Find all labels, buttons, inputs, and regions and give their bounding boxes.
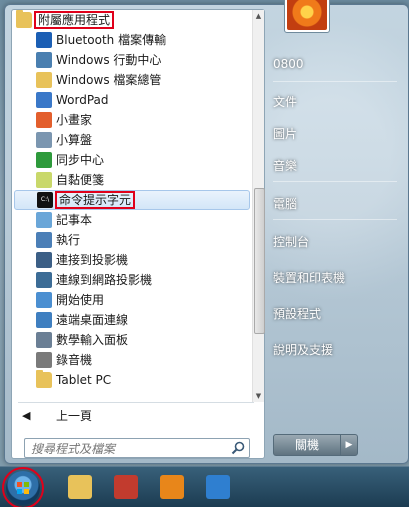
folder-accessories[interactable]: 附屬應用程式 [12,10,252,30]
program-item[interactable]: 連線到網路投影機 [12,270,252,290]
programs-pane: 附屬應用程式 Bluetooth 檔案傳輸 Windows 行動中心 Windows… [11,9,265,459]
folder-icon [36,370,52,388]
wordpad-icon [36,92,52,108]
program-label: WordPad [56,93,109,107]
program-label: Bluetooth 檔案傳輸 [56,33,167,47]
program-label: 開始使用 [56,293,105,307]
media-center-taskbar-icon[interactable] [114,475,138,499]
internet-explorer-taskbar-icon[interactable] [206,475,230,499]
projector-icon [36,252,52,268]
program-label: 錄音機 [56,353,93,367]
right-pane: 0800 文件圖片音樂電腦控制台裝置和印表機 預設程式說明及支援 關機 ▶ [267,0,408,463]
mobility-center-icon [36,52,52,68]
program-item[interactable]: Tablet PC [12,370,252,390]
program-item[interactable]: 記事本 [12,210,252,230]
math-input-icon [36,332,52,348]
scroll-up-arrow-icon[interactable]: ▲ [254,11,263,21]
right-pane-divider [273,81,397,82]
getting-started-icon [36,292,52,308]
program-item[interactable]: 自黏便箋 [12,170,252,190]
program-item[interactable]: Bluetooth 檔案傳輸 [12,30,252,50]
run-icon [36,232,52,248]
start-menu: 附屬應用程式 Bluetooth 檔案傳輸 Windows 行動中心 Windows… [4,0,409,464]
program-item[interactable]: 小算盤 [12,130,252,150]
program-label: 自黏便箋 [56,173,105,187]
media-player-taskbar-icon[interactable] [160,475,184,499]
program-label: 記事本 [56,213,93,227]
start-button[interactable] [2,467,44,507]
program-list: 附屬應用程式 Bluetooth 檔案傳輸 Windows 行動中心 Windows… [12,10,252,402]
program-label: 小畫家 [56,113,93,127]
right-pane-divider [273,181,397,182]
folder-icon [16,10,32,28]
paint-icon [36,112,52,128]
program-item[interactable]: 數學輸入面板 [12,330,252,350]
search-box[interactable] [24,438,250,459]
program-item[interactable]: C:\ 命令提示字元 [14,190,250,210]
program-label: 命令提示字元 [54,191,136,209]
program-label: 連線到網路投影機 [56,273,153,287]
right-pane-item[interactable]: 音樂 [273,155,401,177]
scrollbar[interactable]: ▲ ▼ [252,10,265,402]
explorer-folder-icon [36,72,52,88]
back-button[interactable]: ◀ 上一頁 [12,404,252,428]
search-icon[interactable] [231,441,245,455]
left-arrow-icon: ◀ [22,409,31,422]
right-pane-item[interactable]: 電腦 [273,193,401,215]
flower-picture-icon [287,0,327,30]
shutdown-button[interactable]: 關機 [273,434,341,456]
program-item[interactable]: Windows 行動中心 [12,50,252,70]
right-pane-item[interactable]: 控制台 [273,231,401,253]
calculator-icon [36,132,52,148]
program-item[interactable]: 錄音機 [12,350,252,370]
scroll-thumb[interactable] [254,188,265,334]
right-pane-item[interactable]: 預設程式 [273,303,401,325]
network-projector-icon [36,272,52,288]
program-item[interactable]: 同步中心 [12,150,252,170]
sticky-notes-icon [36,172,52,188]
taskbar [0,466,409,507]
program-item[interactable]: 連接到投影機 [12,250,252,270]
shutdown-options-arrow-icon[interactable]: ▶ [340,434,358,456]
program-label: 數學輸入面板 [56,333,129,347]
program-label: Windows 檔案總管 [56,73,162,87]
search-input[interactable] [25,439,233,459]
right-pane-item[interactable]: 說明及支援 [273,339,401,361]
program-item[interactable]: 執行 [12,230,252,250]
program-label: Windows 行動中心 [56,53,162,67]
right-pane-divider [273,219,397,220]
program-item[interactable]: 遠端桌面連線 [12,310,252,330]
remote-desktop-icon [36,312,52,328]
folder-label: 附屬應用程式 [33,11,115,29]
program-label: 同步中心 [56,153,105,167]
program-label: 連接到投影機 [56,253,129,267]
program-item[interactable]: Windows 檔案總管 [12,70,252,90]
program-item[interactable]: WordPad [12,90,252,110]
program-item[interactable]: 開始使用 [12,290,252,310]
command-prompt-icon: C:\ [37,192,53,208]
program-label: 執行 [56,233,81,247]
scroll-down-arrow-icon[interactable]: ▼ [254,391,263,401]
program-label: 遠端桌面連線 [56,313,129,327]
notepad-icon [36,212,52,228]
back-label: 上一頁 [56,409,93,423]
divider [18,402,254,403]
program-label: Tablet PC [56,373,112,387]
right-pane-item[interactable]: 圖片 [273,123,401,145]
user-avatar[interactable] [284,0,330,33]
right-pane-item[interactable]: 文件 [273,91,401,113]
right-pane-item[interactable]: 裝置和印表機 [273,267,401,289]
bluetooth-icon [36,32,52,48]
program-label: 小算盤 [56,133,93,147]
right-pane-item[interactable]: 0800 [273,53,401,75]
sync-center-icon [36,152,52,168]
program-item[interactable]: 小畫家 [12,110,252,130]
microphone-icon [36,352,52,368]
explorer-taskbar-icon[interactable] [68,475,92,499]
